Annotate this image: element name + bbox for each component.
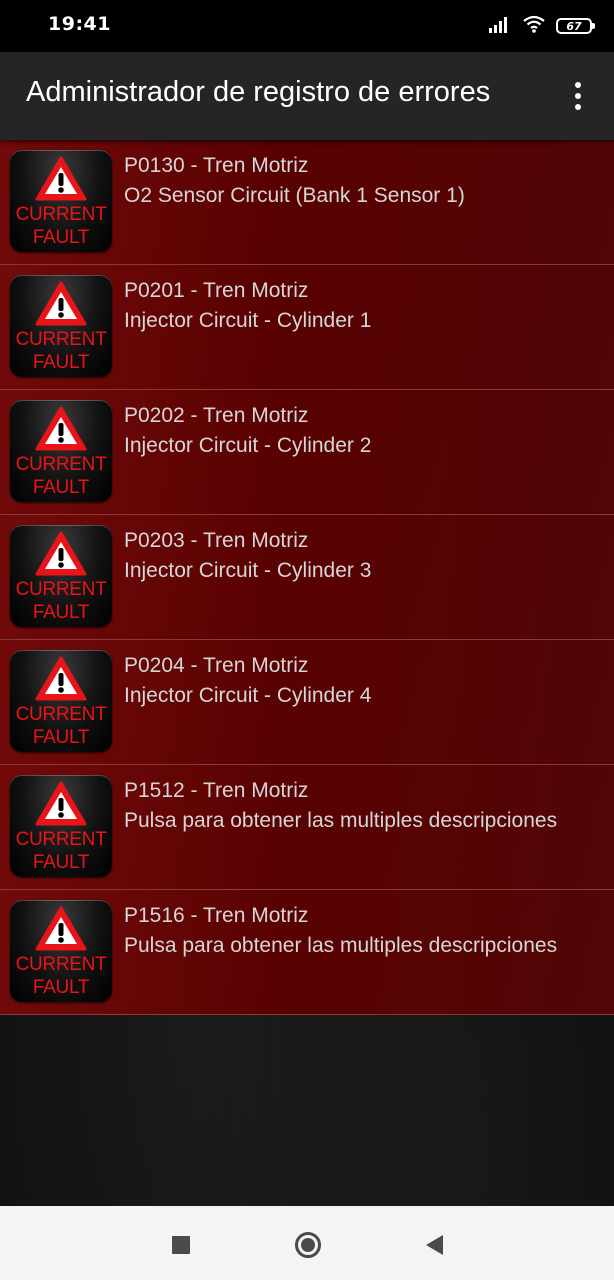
badge-line-fault: FAULT xyxy=(32,227,90,248)
fault-text: P1516 - Tren Motriz Pulsa para obtener l… xyxy=(124,901,604,961)
signal-icon xyxy=(488,15,512,37)
current-fault-badge: CURRENT FAULT xyxy=(10,275,112,377)
fault-code: P0204 - Tren Motriz xyxy=(124,654,309,677)
fault-code: P0203 - Tren Motriz xyxy=(124,529,309,552)
status-icons: 67 xyxy=(488,14,595,38)
status-time: 19:41 xyxy=(48,13,111,35)
fault-description: Injector Circuit - Cylinder 3 xyxy=(124,559,372,582)
badge-line-current: CURRENT xyxy=(15,204,107,225)
navigation-bar xyxy=(0,1206,614,1280)
current-fault-badge: CURRENT FAULT xyxy=(10,900,112,1002)
fault-code: P0202 - Tren Motriz xyxy=(124,404,309,427)
fault-text: P0130 - Tren Motriz O2 Sensor Circuit (B… xyxy=(124,151,604,211)
fault-description: Pulsa para obtener las multiples descrip… xyxy=(124,934,558,957)
triangle-back-icon xyxy=(425,1235,443,1255)
fault-text: P0202 - Tren Motriz Injector Circuit - C… xyxy=(124,401,604,461)
badge-line-current: CURRENT xyxy=(15,829,107,850)
list-item[interactable]: CURRENT FAULT P0203 - Tren Motriz Inject… xyxy=(0,515,614,640)
fault-code: P1512 - Tren Motriz xyxy=(124,779,309,802)
current-fault-badge: CURRENT FAULT xyxy=(10,775,112,877)
badge-line-current: CURRENT xyxy=(15,454,107,475)
fault-description: Injector Circuit - Cylinder 2 xyxy=(124,434,372,457)
square-icon xyxy=(172,1236,190,1254)
warning-triangle-icon xyxy=(35,406,87,451)
fault-text: P1512 - Tren Motriz Pulsa para obtener l… xyxy=(124,776,604,836)
current-fault-badge: CURRENT FAULT xyxy=(10,650,112,752)
badge-line-fault: FAULT xyxy=(32,852,90,873)
fault-text: P0201 - Tren Motriz Injector Circuit - C… xyxy=(124,276,604,336)
more-vert-icon[interactable] xyxy=(560,76,596,116)
fault-code: P0130 - Tren Motriz xyxy=(124,154,309,177)
app-bar: Administrador de registro de errores xyxy=(0,52,614,140)
badge-line-current: CURRENT xyxy=(15,954,107,975)
badge-line-fault: FAULT xyxy=(32,352,90,373)
fault-text: P0203 - Tren Motriz Injector Circuit - C… xyxy=(124,526,604,586)
warning-triangle-icon xyxy=(35,531,87,576)
fault-text: P0204 - Tren Motriz Injector Circuit - C… xyxy=(124,651,604,711)
battery-icon: 67 xyxy=(556,18,595,34)
warning-triangle-icon xyxy=(35,156,87,201)
wifi-icon xyxy=(522,15,546,37)
battery-level: 67 xyxy=(566,19,582,33)
list-item[interactable]: CURRENT FAULT P0201 - Tren Motriz Inject… xyxy=(0,265,614,390)
menu-dot xyxy=(575,93,581,99)
list-item[interactable]: CURRENT FAULT P1512 - Tren Motriz Pulsa … xyxy=(0,765,614,890)
fault-description: Injector Circuit - Cylinder 4 xyxy=(124,684,372,707)
warning-triangle-icon xyxy=(35,781,87,826)
badge-line-fault: FAULT xyxy=(32,602,90,623)
page-title: Administrador de registro de errores xyxy=(26,76,491,108)
list-item[interactable]: CURRENT FAULT P0130 - Tren Motriz O2 Sen… xyxy=(0,140,614,265)
screen: 19:41 67 Administrador de registro de er… xyxy=(0,0,614,1280)
current-fault-badge: CURRENT FAULT xyxy=(10,525,112,627)
fault-description: Injector Circuit - Cylinder 1 xyxy=(124,309,372,332)
menu-dot xyxy=(575,104,581,110)
warning-triangle-icon xyxy=(35,906,87,951)
back-button[interactable] xyxy=(417,1228,451,1262)
fault-list: CURRENT FAULT P0130 - Tren Motriz O2 Sen… xyxy=(0,140,614,1015)
current-fault-badge: CURRENT FAULT xyxy=(10,400,112,502)
fault-code: P1516 - Tren Motriz xyxy=(124,904,309,927)
badge-line-current: CURRENT xyxy=(15,579,107,600)
list-item[interactable]: CURRENT FAULT P0204 - Tren Motriz Inject… xyxy=(0,640,614,765)
home-button[interactable] xyxy=(291,1228,325,1262)
fault-description: O2 Sensor Circuit (Bank 1 Sensor 1) xyxy=(124,184,465,207)
badge-line-fault: FAULT xyxy=(32,477,90,498)
circle-icon xyxy=(295,1232,321,1258)
warning-triangle-icon xyxy=(35,656,87,701)
recents-button[interactable] xyxy=(164,1228,198,1262)
warning-triangle-icon xyxy=(35,281,87,326)
badge-line-fault: FAULT xyxy=(32,977,90,998)
current-fault-badge: CURRENT FAULT xyxy=(10,150,112,252)
fault-description: Pulsa para obtener las multiples descrip… xyxy=(124,809,558,832)
fault-code: P0201 - Tren Motriz xyxy=(124,279,309,302)
list-item[interactable]: CURRENT FAULT P1516 - Tren Motriz Pulsa … xyxy=(0,890,614,1015)
badge-line-current: CURRENT xyxy=(15,704,107,725)
badge-line-current: CURRENT xyxy=(15,329,107,350)
menu-dot xyxy=(575,82,581,88)
status-bar: 19:41 67 xyxy=(0,0,614,52)
list-item[interactable]: CURRENT FAULT P0202 - Tren Motriz Inject… xyxy=(0,390,614,515)
badge-line-fault: FAULT xyxy=(32,727,90,748)
